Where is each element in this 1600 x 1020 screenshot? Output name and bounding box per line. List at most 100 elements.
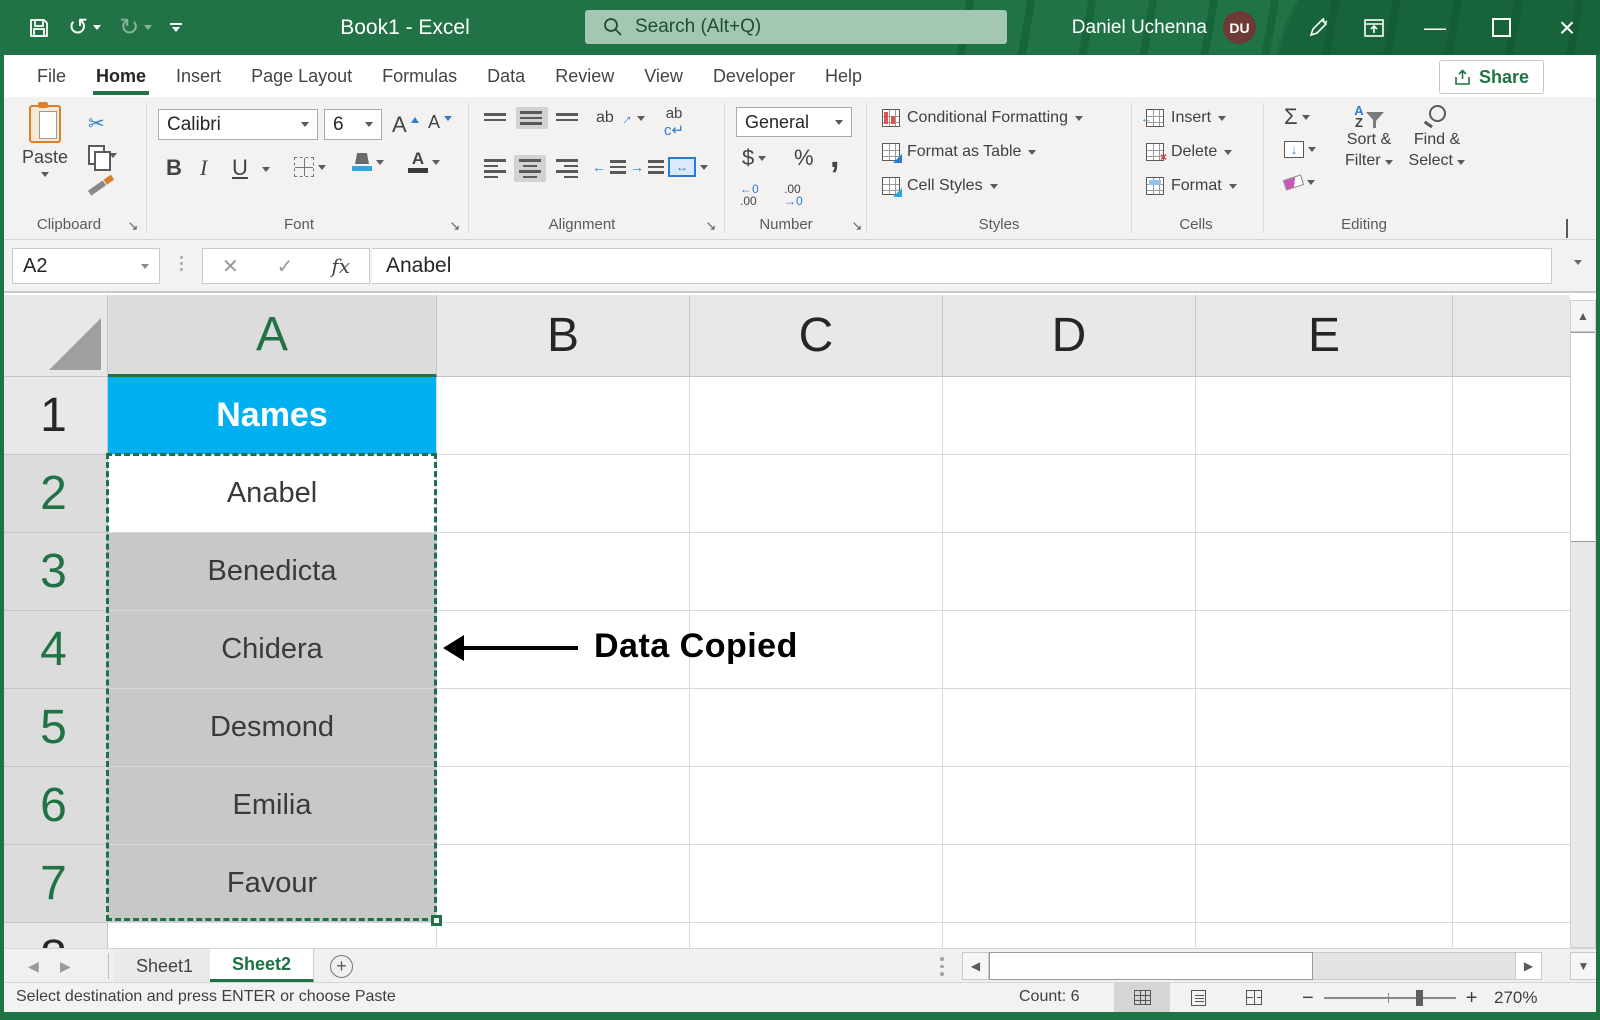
orientation-button[interactable]: ab→ [596, 109, 645, 127]
cell-D4[interactable] [943, 611, 1196, 689]
decrease-decimal-button[interactable]: .00→0 [784, 183, 803, 207]
merge-center-button[interactable]: ↔ [668, 157, 708, 177]
cell-C7[interactable] [690, 845, 943, 923]
alignment-dialog-launcher[interactable]: ↘ [704, 219, 718, 233]
insert-function-button[interactable]: fx [331, 254, 350, 278]
column-header-D[interactable]: D [943, 295, 1196, 377]
sheet-nav-right-icon[interactable]: ▶ [60, 949, 71, 983]
column-header-C[interactable]: C [690, 295, 943, 377]
italic-button[interactable]: I [200, 155, 207, 181]
column-header-A[interactable]: A [108, 295, 437, 377]
name-box[interactable]: A2 [12, 248, 160, 284]
minimize-button[interactable]: — [1402, 0, 1468, 55]
format-painter-button[interactable] [88, 185, 106, 191]
sort-filter-button[interactable]: AZ Sort &Filter [1338, 105, 1400, 171]
shrink-font-button[interactable]: A [428, 112, 452, 133]
align-bottom-button[interactable] [556, 113, 580, 121]
cell-A3[interactable]: Benedicta [108, 533, 437, 611]
formula-input[interactable]: Anabel [372, 248, 1552, 284]
tab-scrollbar-splitter[interactable] [940, 957, 944, 976]
cell-A8[interactable] [108, 923, 437, 948]
column-header-B[interactable]: B [437, 295, 690, 377]
close-button[interactable]: × [1534, 0, 1600, 55]
fill-button[interactable]: ↓ [1284, 141, 1316, 158]
row-header-3[interactable]: 3 [0, 533, 108, 611]
cell-C3[interactable] [690, 533, 943, 611]
fill-color-button[interactable] [352, 153, 384, 171]
bold-button[interactable]: B [166, 155, 182, 181]
wrap-text-button[interactable]: abc↵ [664, 107, 684, 137]
autosum-button[interactable]: Σ [1284, 107, 1310, 127]
cell-E3[interactable] [1196, 533, 1453, 611]
underline-dropdown-icon[interactable] [262, 167, 270, 172]
column-header-F-partial[interactable] [1453, 295, 1570, 377]
tab-developer[interactable]: Developer [698, 55, 810, 97]
cell-C2[interactable] [690, 455, 943, 533]
number-format-combo[interactable]: General [736, 107, 852, 137]
font-size-combo[interactable]: 6 [324, 109, 382, 140]
row-header-6[interactable]: 6 [0, 767, 108, 845]
cell-E7[interactable] [1196, 845, 1453, 923]
cell-D1[interactable] [943, 377, 1196, 455]
maximize-button[interactable] [1468, 0, 1534, 55]
cell-B7[interactable] [437, 845, 690, 923]
accounting-format-button[interactable]: $ [742, 145, 766, 171]
cell-D6[interactable] [943, 767, 1196, 845]
tab-insert[interactable]: Insert [161, 55, 236, 97]
cell-F6[interactable] [1453, 767, 1570, 845]
cell-F2[interactable] [1453, 455, 1570, 533]
vertical-scrollbar[interactable]: ▲ [1570, 300, 1596, 948]
copy-button[interactable] [88, 145, 117, 165]
paste-button[interactable]: Paste [22, 105, 68, 177]
tab-data[interactable]: Data [472, 55, 540, 97]
cell-D7[interactable] [943, 845, 1196, 923]
align-top-button[interactable] [484, 113, 508, 121]
align-middle-button[interactable] [516, 107, 548, 129]
cell-A1[interactable]: Names [108, 377, 437, 455]
cell-F7[interactable] [1453, 845, 1570, 923]
zoom-slider-thumb[interactable] [1416, 990, 1423, 1006]
cell-B2[interactable] [437, 455, 690, 533]
cell-A6[interactable]: Emilia [108, 767, 437, 845]
sheet-tab-sheet1[interactable]: Sheet1 [114, 949, 216, 983]
clipboard-dialog-launcher[interactable]: ↘ [126, 219, 140, 233]
cell-B6[interactable] [437, 767, 690, 845]
cell-F4[interactable] [1453, 611, 1570, 689]
avatar[interactable]: DU [1223, 11, 1256, 44]
cell-E4[interactable] [1196, 611, 1453, 689]
undo-button[interactable]: ↺ [68, 16, 101, 40]
vertical-scrollbar-thumb[interactable] [1571, 332, 1595, 542]
expand-formula-bar-icon[interactable] [1574, 260, 1582, 265]
format-as-table-button[interactable]: Format as Table [882, 143, 1036, 161]
cell-D5[interactable] [943, 689, 1196, 767]
cell-E5[interactable] [1196, 689, 1453, 767]
page-layout-view-button[interactable] [1170, 983, 1226, 1012]
font-dialog-launcher[interactable]: ↘ [448, 219, 462, 233]
cell-D3[interactable] [943, 533, 1196, 611]
collapse-ribbon-button[interactable] [1566, 221, 1580, 229]
column-header-E[interactable]: E [1196, 295, 1453, 377]
undo-dropdown-icon[interactable] [93, 25, 101, 30]
zoom-in-button[interactable]: + [1466, 988, 1478, 1008]
scroll-left-icon[interactable]: ◀ [962, 952, 989, 980]
zoom-slider-track[interactable] [1324, 997, 1456, 999]
cell-C6[interactable] [690, 767, 943, 845]
sheet-tab-sheet2[interactable]: Sheet2 [210, 949, 314, 983]
cell-E6[interactable] [1196, 767, 1453, 845]
zoom-percentage[interactable]: 270% [1494, 988, 1537, 1008]
ribbon-display-options-icon[interactable] [1346, 0, 1402, 55]
new-sheet-button[interactable]: + [330, 955, 353, 978]
cell-B5[interactable] [437, 689, 690, 767]
decrease-indent-button[interactable]: ← [592, 159, 634, 175]
cell-F1[interactable] [1453, 377, 1570, 455]
tab-page-layout[interactable]: Page Layout [236, 55, 367, 97]
name-box-resizer[interactable] [180, 256, 183, 271]
tab-view[interactable]: View [629, 55, 698, 97]
cell-E2[interactable] [1196, 455, 1453, 533]
enter-button[interactable]: ✓ [277, 254, 294, 279]
percent-style-button[interactable]: % [794, 145, 814, 171]
fill-handle[interactable] [431, 915, 442, 926]
cell-B1[interactable] [437, 377, 690, 455]
row-header-4[interactable]: 4 [0, 611, 108, 689]
cell-B8[interactable] [437, 923, 690, 948]
